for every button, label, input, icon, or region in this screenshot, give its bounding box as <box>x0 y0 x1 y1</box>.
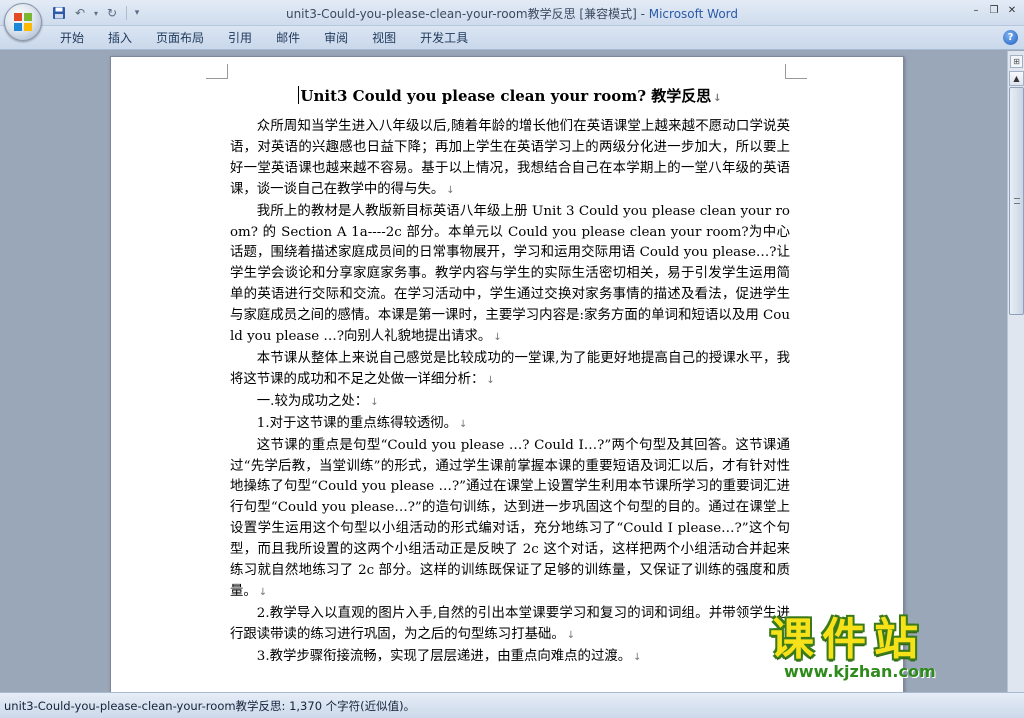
app-name: Microsoft Word <box>648 7 739 21</box>
paragraph-mark-icon: ↓ <box>566 629 576 641</box>
ribbon-tabs: 开始 插入 页面布局 引用 邮件 审阅 视图 开发工具 <box>48 29 480 47</box>
office-logo-icon <box>14 13 32 31</box>
paragraph-mark-icon: ↓ <box>446 184 455 196</box>
paragraph-mark-icon: ↓ <box>493 332 502 344</box>
paragraph-text: 3.教学步骤衔接流畅，实现了层层递进，由重点向难点的过渡。 <box>256 648 632 664</box>
document-workspace: Unit3 Could you please clean your room? … <box>0 51 1007 692</box>
tab-developer[interactable]: 开发工具 <box>408 29 480 47</box>
tab-mailings[interactable]: 邮件 <box>264 29 312 47</box>
paragraph: 一.较为成功之处： ↓ <box>230 392 790 414</box>
document-heading: Unit3 Could you please clean your room? … <box>298 86 722 105</box>
document-page[interactable]: Unit3 Could you please clean your room? … <box>110 56 904 692</box>
scroll-up-icon[interactable]: ▲ <box>1009 71 1024 86</box>
vertical-scrollbar[interactable]: ⊞ ▲ <box>1007 51 1024 692</box>
paragraph: 本节课从整体上来说自己感觉是比较成功的一堂课,为了能更好地提高自己的授课水平，我… <box>230 349 790 392</box>
paragraph: 这节课的重点是句型“Could you please …? Could I…?”… <box>230 436 790 604</box>
margin-corner-mark <box>785 64 807 79</box>
watermark-title: 课件站 <box>770 614 926 665</box>
paragraph-text: 一.较为成功之处： <box>256 393 369 409</box>
paragraph-text: 这节课的重点是句型“Could you please …? Could I…?”… <box>230 437 790 599</box>
tab-view[interactable]: 视图 <box>360 29 408 47</box>
tab-references[interactable]: 引用 <box>216 29 264 47</box>
title-bar: ↶ ▾ ↻ ▾ unit3-Could-you-please-clean-you… <box>0 0 1024 26</box>
close-icon[interactable]: ✕ <box>1004 3 1020 17</box>
paragraph: 2.教学导入以直观的图片入手,自然的引出本堂课要学习和复习的词和词组。并带领学生… <box>230 604 790 647</box>
tab-page-layout[interactable]: 页面布局 <box>144 29 216 47</box>
paragraph: 众所周知当学生进入八年级以后,随着年龄的增长他们在英语课堂上越来越不愿动口学说英… <box>230 117 790 202</box>
document-body[interactable]: Unit3 Could you please clean your room? … <box>230 85 790 669</box>
tab-insert[interactable]: 插入 <box>96 29 144 47</box>
watermark-url: www.kjzhan.com <box>784 662 936 681</box>
help-icon[interactable]: ? <box>1003 30 1018 45</box>
tab-review[interactable]: 审阅 <box>312 29 360 47</box>
paragraph-mark-icon: ↓ <box>459 418 468 430</box>
status-bar: unit3-Could-you-please-clean-your-room教学… <box>0 692 1024 718</box>
office-button[interactable] <box>4 3 42 41</box>
paragraph-list: 众所周知当学生进入八年级以后,随着年龄的增长他们在英语课堂上越来越不愿动口学说英… <box>230 117 790 669</box>
document-title-text: unit3-Could-you-please-clean-your-room教学… <box>285 7 649 21</box>
paragraph-mark-icon: ↓ <box>633 651 642 663</box>
paragraph-text: 本节课从整体上来说自己感觉是比较成功的一堂课,为了能更好地提高自己的授课水平，我… <box>230 350 790 387</box>
paragraph-mark-icon: ↓ <box>713 93 722 104</box>
paragraph-text: 1.对于这节课的重点练得较透彻。 <box>256 415 458 431</box>
paragraph-mark-icon: ↓ <box>370 396 379 408</box>
paragraph: 1.对于这节课的重点练得较透彻。 ↓ <box>230 414 790 436</box>
status-text: unit3-Could-you-please-clean-your-room教学… <box>4 699 416 713</box>
grip-icon <box>1014 198 1020 204</box>
paragraph: 3.教学步骤衔接流畅，实现了层层递进，由重点向难点的过渡。 ↓ <box>230 647 790 669</box>
watermark-logo: 课件站 www.kjzhan.com <box>770 614 1010 694</box>
margin-corner-mark <box>206 64 228 79</box>
paragraph-text: 众所周知当学生进入八年级以后,随着年龄的增长他们在英语课堂上越来越不愿动口学说英… <box>230 119 790 197</box>
ribbon: 开始 插入 页面布局 引用 邮件 审阅 视图 开发工具 ? <box>0 26 1024 50</box>
ruler-toggle-icon[interactable]: ⊞ <box>1010 55 1023 68</box>
paragraph-text: 我所上的教材是人教版新目标英语八年级上册 Unit 3 Could you pl… <box>230 203 790 345</box>
window-title: unit3-Could-you-please-clean-your-room教学… <box>0 5 1024 22</box>
scrollbar-thumb[interactable] <box>1009 87 1024 315</box>
minimize-icon[interactable]: – <box>968 3 984 17</box>
paragraph-mark-icon: ↓ <box>486 374 495 386</box>
restore-icon[interactable]: ❐ <box>986 3 1002 17</box>
window-controls: – ❐ ✕ <box>968 3 1020 17</box>
paragraph: 我所上的教材是人教版新目标英语八年级上册 Unit 3 Could you pl… <box>230 202 790 349</box>
tab-home[interactable]: 开始 <box>48 29 96 47</box>
paragraph-text: 2.教学导入以直观的图片入手,自然的引出本堂课要学习和复习的词和词组。并带领学生… <box>230 605 790 642</box>
paragraph-mark-icon: ↓ <box>258 586 268 598</box>
